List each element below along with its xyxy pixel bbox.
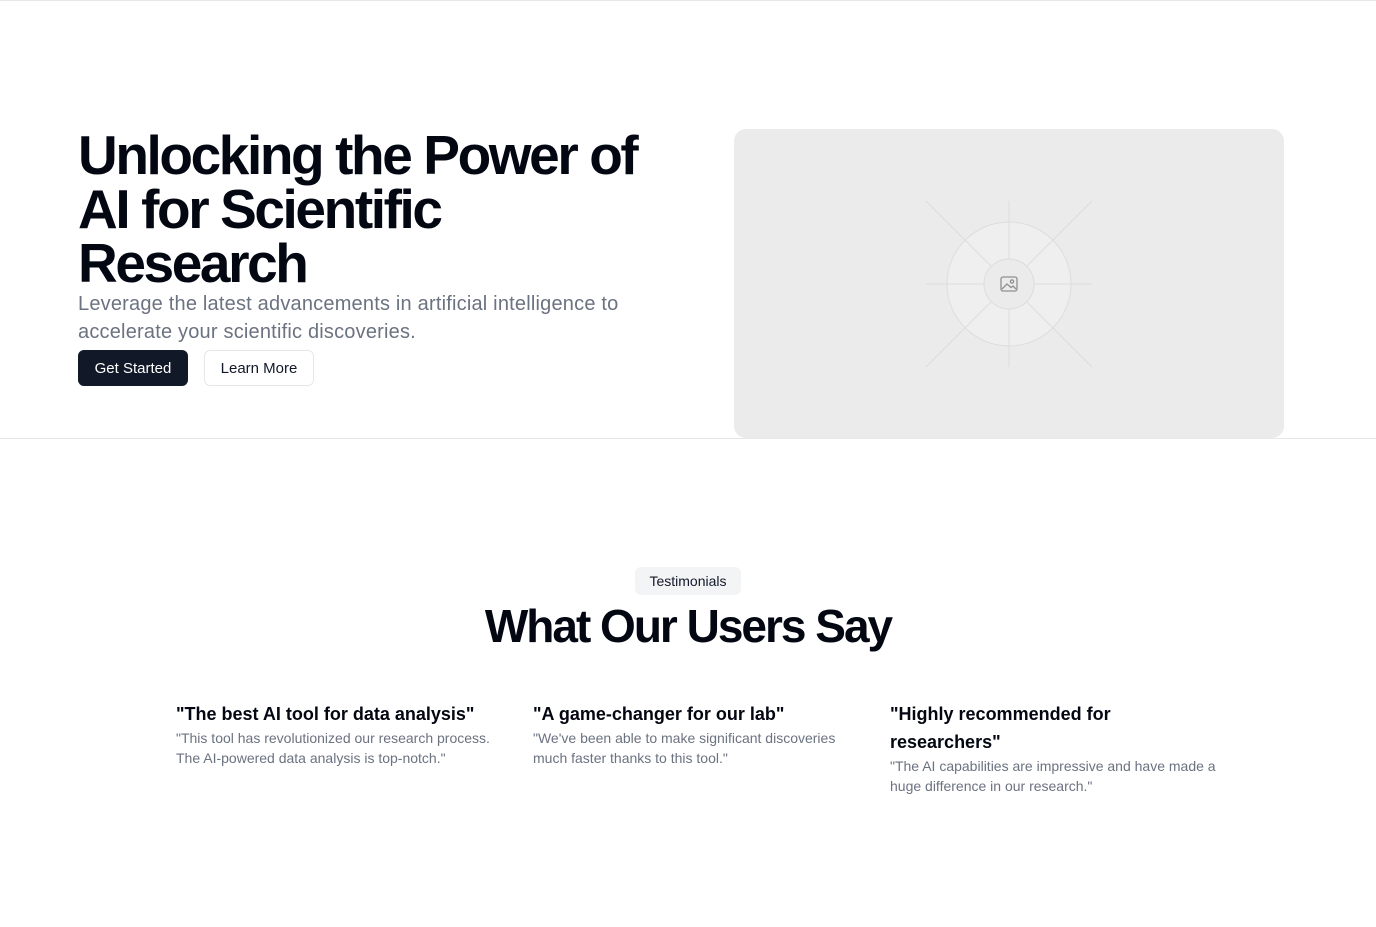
hero-buttons: Get Started Learn More [78, 350, 668, 386]
testimonial-card: "A game-changer for our lab" "We've been… [533, 700, 890, 796]
testimonial-body: "The AI capabilities are impressive and … [890, 758, 1216, 794]
get-started-button[interactable]: Get Started [78, 350, 188, 386]
testimonial-quote: "Highly recommended for researchers" [890, 704, 1111, 752]
testimonial-quote: "The best AI tool for data analysis" [176, 704, 475, 724]
page: Unlocking the Power of AI for Scientific… [0, 0, 1376, 927]
learn-more-button[interactable]: Learn More [204, 350, 314, 386]
top-divider [0, 0, 1376, 1]
testimonial-card: "Highly recommended for researchers" "Th… [890, 700, 1216, 796]
hero-copy: Unlocking the Power of AI for Scientific… [78, 128, 668, 386]
icon-circle [983, 258, 1035, 310]
hero-title: Unlocking the Power of AI for Scientific… [78, 124, 639, 294]
testimonial-body: "This tool has revolutionized our resear… [176, 730, 490, 766]
hero-divider [0, 438, 1376, 439]
testimonials-badge: Testimonials [635, 567, 741, 595]
placeholder-pattern [925, 200, 1093, 368]
testimonial-quote: "A game-changer for our lab" [533, 704, 785, 724]
testimonials-title: What Our Users Say [484, 600, 893, 652]
testimonial-body: "We've been able to make significant dis… [533, 730, 836, 766]
hero-image-placeholder [734, 129, 1284, 438]
testimonials-grid: "The best AI tool for data analysis" "Th… [176, 700, 1216, 796]
hero-subtitle: Leverage the latest advancements in arti… [78, 293, 619, 343]
testimonial-card: "The best AI tool for data analysis" "Th… [176, 700, 533, 796]
